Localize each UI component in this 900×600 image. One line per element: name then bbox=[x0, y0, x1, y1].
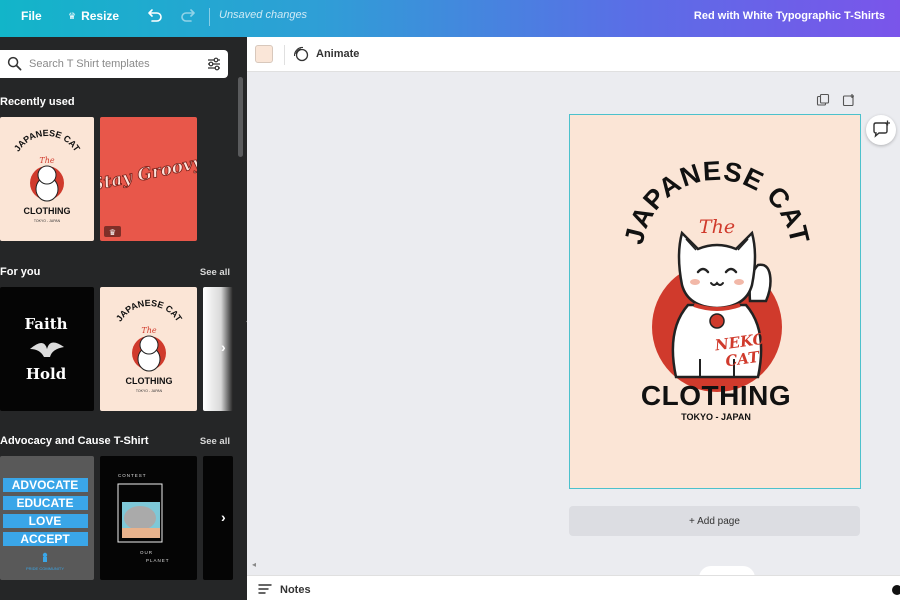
background-color-button[interactable] bbox=[255, 45, 273, 63]
filter-icon[interactable] bbox=[206, 56, 222, 72]
advocate-line-4: ACCEPT bbox=[20, 532, 70, 546]
editor-toolbar: Animate bbox=[247, 37, 900, 72]
thumb2-main-text: CLOTHING bbox=[126, 376, 173, 386]
status-dot bbox=[892, 585, 900, 595]
document-title[interactable]: Red with White Typographic T-Shirts bbox=[694, 10, 885, 22]
template-thumbnail-planet[interactable]: CONTEST OUR PLANET bbox=[100, 456, 197, 580]
thumb2-script-text: The bbox=[141, 326, 156, 335]
faith-line2-text: Hold bbox=[26, 365, 67, 383]
redo-icon[interactable] bbox=[180, 6, 198, 24]
canvas-area: JAPANESE CAT The NEKO CAT CLOTHING TOKYO… bbox=[247, 72, 900, 578]
add-comment-button[interactable] bbox=[866, 115, 896, 145]
template-thumbnail-partial-2[interactable] bbox=[203, 456, 233, 580]
advocate-sub-text: PRIDE COMMUNITY bbox=[26, 566, 64, 571]
chevron-right-icon[interactable]: › bbox=[221, 509, 226, 525]
templates-panel: Recently used JAPANESE CAT The CLOTHING … bbox=[0, 37, 247, 600]
faith-thumbnail-art: Faith Hold bbox=[24, 315, 67, 383]
add-page-button[interactable]: + Add page bbox=[569, 506, 860, 536]
design-page[interactable]: JAPANESE CAT The NEKO CAT CLOTHING TOKYO… bbox=[569, 114, 861, 489]
thumb2-arc-text: JAPANESE CAT bbox=[114, 298, 184, 324]
svg-text:JAPANESE CAT: JAPANESE CAT bbox=[12, 128, 82, 154]
topbar-divider bbox=[209, 8, 210, 26]
advocate-line-2: EDUCATE bbox=[16, 496, 73, 510]
undo-icon[interactable] bbox=[145, 6, 163, 24]
bottom-bar: Notes bbox=[247, 575, 900, 600]
thumb-script-text: The bbox=[39, 156, 54, 165]
planet-bottom-text-1: OUR bbox=[140, 550, 153, 555]
template-thumbnail-faith[interactable]: Faith Hold bbox=[0, 287, 94, 411]
file-menu-button[interactable]: File bbox=[21, 9, 42, 23]
template-thumbnail-japanese-cat[interactable]: JAPANESE CAT The CLOTHING TOKYO - JAPAN bbox=[0, 117, 94, 241]
search-input[interactable] bbox=[29, 54, 194, 74]
design-sub-text: TOKYO - JAPAN bbox=[681, 412, 751, 422]
template-thumbnail-partial-1[interactable] bbox=[203, 287, 233, 411]
top-bar: File ♛ Resize Unsaved changes Red with W… bbox=[0, 0, 900, 37]
toolbar-divider bbox=[284, 45, 285, 65]
notes-icon[interactable] bbox=[258, 583, 272, 595]
faith-line1-text: Faith bbox=[24, 315, 67, 333]
crown-icon: ♛ bbox=[68, 10, 77, 21]
template-thumbnail-japanese-cat-2[interactable]: JAPANESE CAT The CLOTHING TOKYO - JAPAN bbox=[100, 287, 197, 411]
advocate-line-1: ADVOCATE bbox=[12, 478, 78, 492]
resize-button[interactable]: ♛ Resize bbox=[68, 9, 119, 23]
japanese-cat-thumbnail-art: JAPANESE CAT The CLOTHING TOKYO - JAPAN bbox=[12, 128, 82, 223]
design-script-text: The bbox=[699, 216, 735, 238]
copy-page-icon[interactable] bbox=[816, 93, 830, 107]
chevron-right-icon[interactable]: › bbox=[221, 339, 226, 355]
template-thumbnail-advocate[interactable]: ADVOCATE EDUCATE LOVE ACCEPT PRIDE COMMU… bbox=[0, 456, 94, 580]
planet-top-text: CONTEST bbox=[118, 473, 147, 478]
svg-text:JAPANESE CAT: JAPANESE CAT bbox=[114, 298, 184, 324]
thumb-arc-text: JAPANESE CAT bbox=[12, 128, 82, 154]
see-all-for-you-link[interactable]: See all bbox=[200, 267, 230, 278]
search-icon bbox=[7, 56, 22, 71]
template-thumbnail-stay-groovy[interactable]: Stay Groovy ♛ bbox=[100, 117, 197, 241]
groovy-text: Stay Groovy bbox=[100, 152, 197, 195]
advocate-thumbnail-art: ADVOCATE EDUCATE LOVE ACCEPT PRIDE COMMU… bbox=[3, 478, 88, 571]
chevron-left-icon[interactable]: ◂ bbox=[252, 560, 256, 569]
section-title-for-you: For you bbox=[0, 266, 41, 278]
section-title-advocacy: Advocacy and Cause T-Shirt bbox=[0, 435, 149, 447]
planet-bottom-text-2: PLANET bbox=[146, 558, 170, 563]
see-all-advocacy-link[interactable]: See all bbox=[200, 436, 230, 447]
section-title-recently-used: Recently used bbox=[0, 96, 75, 108]
thumb2-sub-text: TOKYO - JAPAN bbox=[136, 389, 163, 393]
panel-scrollbar[interactable] bbox=[238, 77, 243, 157]
notes-button[interactable]: Notes bbox=[280, 584, 311, 596]
japanese-cat-thumbnail-art-2: JAPANESE CAT The CLOTHING TOKYO - JAPAN bbox=[114, 298, 184, 393]
planet-thumbnail-art: CONTEST OUR PLANET bbox=[117, 473, 170, 563]
crown-icon: ♛ bbox=[109, 228, 116, 237]
stay-groovy-thumbnail-art: Stay Groovy ♛ bbox=[100, 152, 197, 237]
design-main-text: CLOTHING bbox=[641, 380, 791, 411]
comment-icon bbox=[873, 120, 890, 138]
thumb-sub-text: TOKYO - JAPAN bbox=[34, 219, 61, 223]
save-status: Unsaved changes bbox=[219, 9, 308, 21]
search-bar bbox=[0, 50, 228, 78]
japanese-cat-design: JAPANESE CAT The NEKO CAT CLOTHING TOKYO… bbox=[619, 156, 814, 422]
animate-button[interactable]: Animate bbox=[316, 48, 359, 60]
advocate-line-3: LOVE bbox=[29, 514, 62, 528]
animate-icon[interactable] bbox=[293, 46, 309, 62]
resize-label: Resize bbox=[81, 9, 120, 23]
thumb-main-text: CLOTHING bbox=[24, 206, 71, 216]
add-page-icon[interactable] bbox=[842, 93, 856, 107]
